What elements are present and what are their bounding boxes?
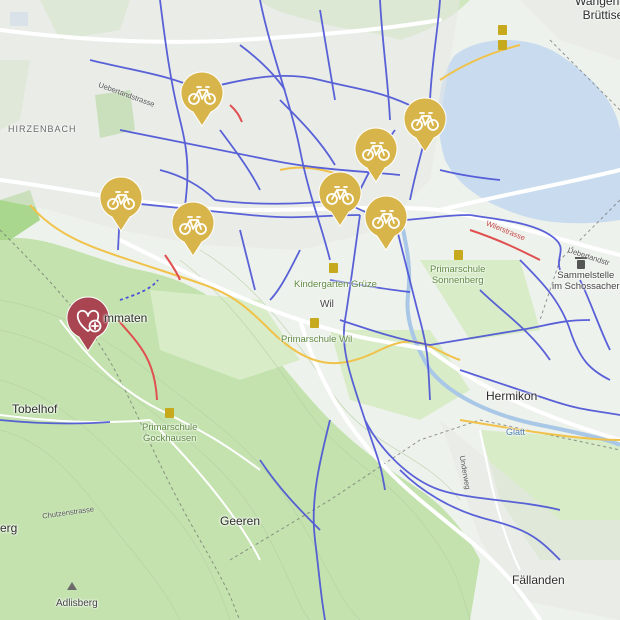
place-label-wil: Wil [320,299,334,310]
poi-label-primarschule-gockhausen: Primarschule Gockhausen [142,422,198,444]
place-label-partial-center: mmaten [104,311,148,325]
place-label-adlisberg: Adlisberg [56,598,98,609]
poi-label-primarschule-sonnenberg: Primarschule Sonnenberg [430,264,486,286]
place-label-partial-left: erg [0,521,18,535]
map-canvas[interactable] [0,0,620,620]
place-label-tobelhof: Tobelhof [12,402,58,416]
place-label-wangen: Wangen- Brüttise [575,0,620,22]
poi-label-kindergarten-gruze: Kindergarten Grüze [294,279,377,290]
poi-label-sammelstelle: Sammelstelle im Schossacher [552,270,620,292]
water-label-glatt: Glatt [506,427,526,437]
poi-label-primarschule-wil: Primarschule Wil [281,334,353,345]
place-label-geeren: Geeren [220,514,261,528]
place-label-faellanden: Fällanden [512,573,565,587]
place-label-hirzenbach: HIRZENBACH [8,124,77,134]
place-label-hermikon: Hermikon [486,389,538,403]
